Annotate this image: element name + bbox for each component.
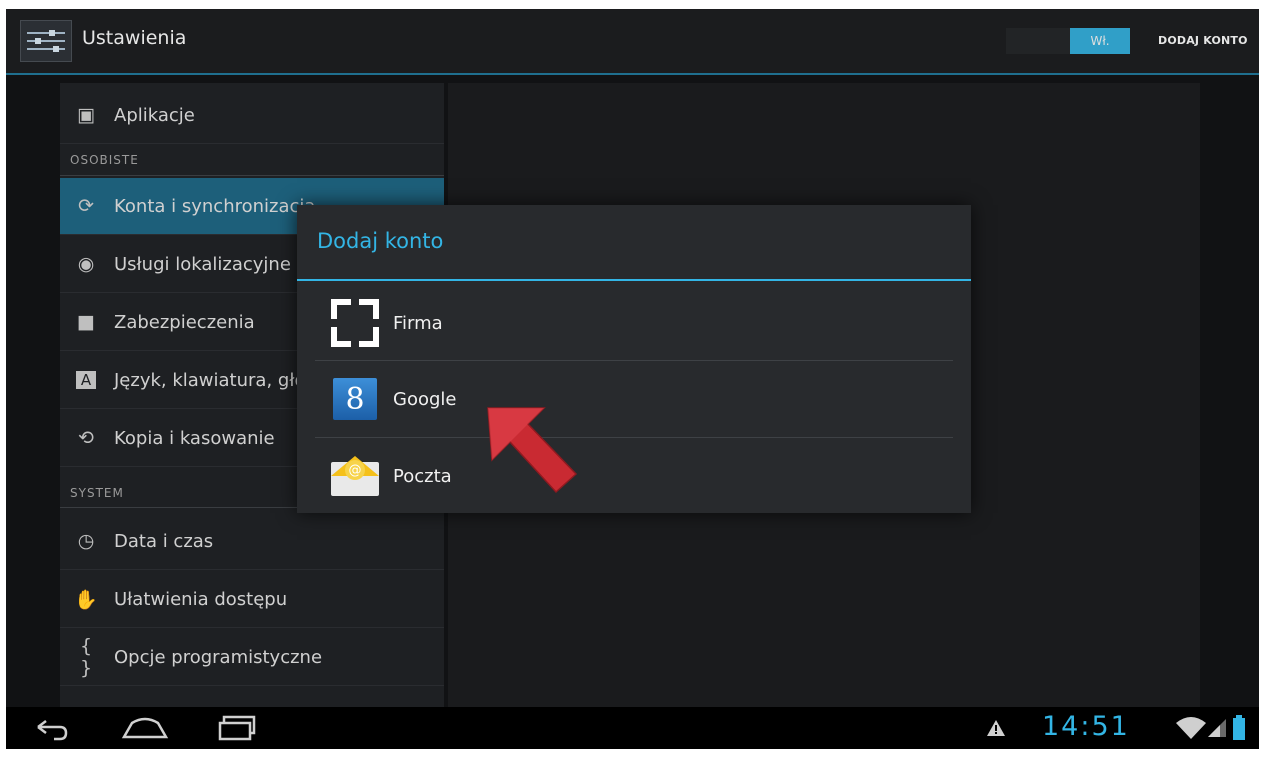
backup-icon: ⟲ xyxy=(78,427,94,449)
keyboard-icon: A xyxy=(76,371,96,389)
account-option-corporate[interactable]: Firma xyxy=(315,285,953,361)
add-account-dialog: Dodaj konto Firma 8 Google @ Poczta xyxy=(297,205,971,513)
home-icon[interactable] xyxy=(120,713,170,743)
account-option-email[interactable]: @ Poczta xyxy=(315,438,953,514)
warning-icon[interactable] xyxy=(986,719,1006,737)
settings-item-label: Opcje programistyczne xyxy=(114,646,323,668)
dialog-title: Dodaj konto xyxy=(317,229,444,253)
action-bar: Ustawienia Wł. DODAJ KONTO xyxy=(6,9,1259,75)
section-header-personal: OSOBISTE xyxy=(70,153,139,167)
battery-icon xyxy=(1233,715,1245,740)
settings-item-accessibility[interactable]: ✋ Ułatwienia dostępu xyxy=(60,571,444,628)
account-option-label: Google xyxy=(393,388,457,410)
settings-item-developer[interactable]: { } Opcje programistyczne xyxy=(60,629,444,686)
account-option-label: Poczta xyxy=(393,465,452,487)
cell-signal-icon xyxy=(1208,719,1226,737)
settings-item-label: Konta i synchronizacja xyxy=(114,195,316,217)
sync-icon: ⟳ xyxy=(78,195,94,217)
clock-icon: ◷ xyxy=(77,530,95,552)
google-icon: 8 xyxy=(329,373,381,425)
lock-icon: ■ xyxy=(77,311,95,333)
red-arrow-pointer-icon xyxy=(487,407,578,494)
corporate-icon xyxy=(329,297,381,349)
wifi-toggle-label: Wł. xyxy=(1070,28,1130,54)
settings-item-label: Język, klawiatura, głos xyxy=(114,369,315,391)
settings-item-label: Kopia i kasowanie xyxy=(114,427,275,449)
settings-item-date-time[interactable]: ◷ Data i czas xyxy=(60,513,444,570)
settings-item-label: Aplikacje xyxy=(114,104,195,126)
hand-icon: ✋ xyxy=(74,588,98,611)
wifi-toggle[interactable]: Wł. xyxy=(1006,28,1130,54)
settings-item-label: Zabezpieczenia xyxy=(114,311,255,333)
divider xyxy=(60,175,444,176)
back-icon[interactable] xyxy=(32,713,72,743)
app-title: Ustawienia xyxy=(82,27,187,49)
settings-app-icon[interactable] xyxy=(20,20,72,62)
tablet-screen: Ustawienia Wł. DODAJ KONTO ▣ Aplikacje O… xyxy=(6,9,1259,749)
apps-icon: ▣ xyxy=(77,104,95,126)
section-header-system: SYSTEM xyxy=(70,486,124,500)
account-option-label: Firma xyxy=(393,312,443,334)
status-clock[interactable]: 14:51 xyxy=(1042,711,1130,742)
email-icon: @ xyxy=(329,450,381,502)
settings-item-label: Data i czas xyxy=(114,530,214,552)
settings-item-label: Ułatwienia dostępu xyxy=(114,588,288,610)
google-icon-glyph: 8 xyxy=(333,378,377,420)
navigation-bar: 14:51 xyxy=(6,707,1259,749)
add-account-button[interactable]: DODAJ KONTO xyxy=(1158,34,1248,47)
recent-apps-icon[interactable] xyxy=(216,713,262,743)
wifi-signal-icon xyxy=(1176,717,1206,739)
braces-icon: { } xyxy=(79,635,93,679)
location-icon: ◉ xyxy=(77,253,95,275)
settings-item-label: Usługi lokalizacyjne xyxy=(114,253,291,275)
email-icon-glyph: @ xyxy=(345,460,365,480)
settings-item-apps[interactable]: ▣ Aplikacje xyxy=(60,87,444,144)
dialog-title-divider xyxy=(297,279,971,281)
account-option-google[interactable]: 8 Google xyxy=(315,361,953,437)
